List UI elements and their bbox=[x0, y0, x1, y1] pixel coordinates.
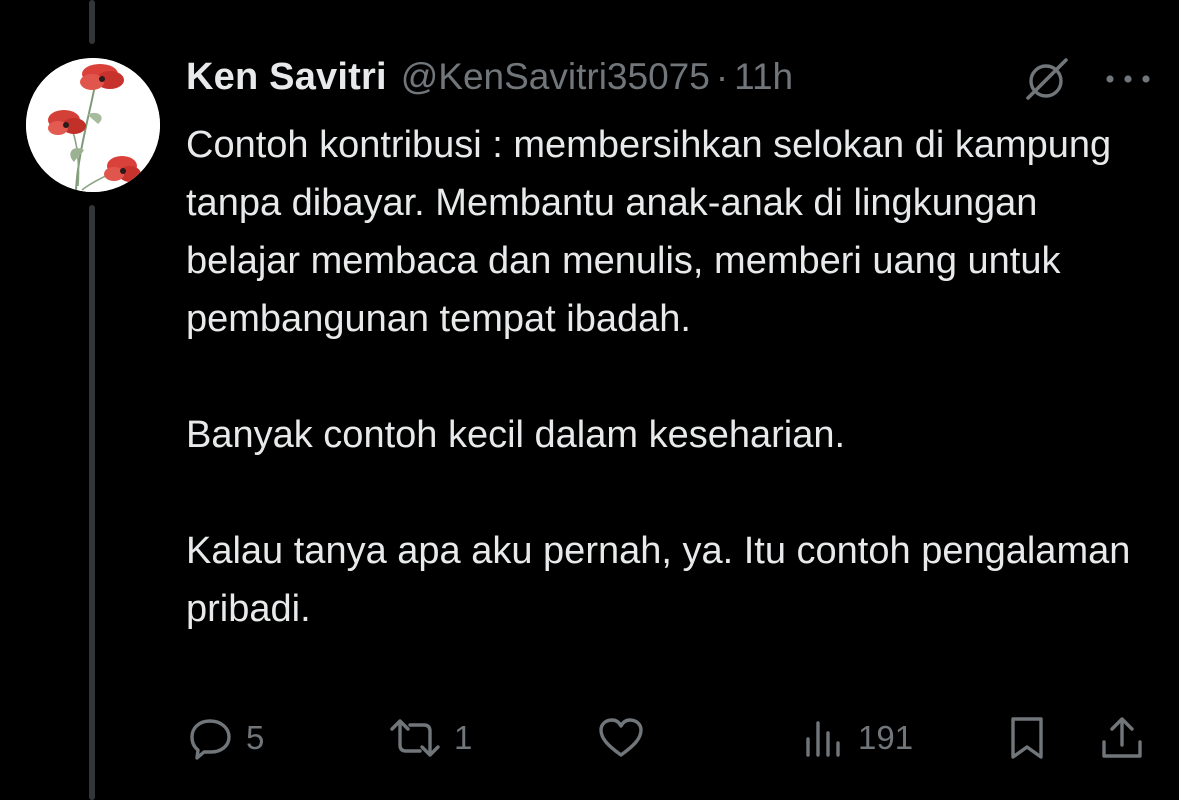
tweet-text: Contoh kontribusi : membersihkan selokan… bbox=[186, 116, 1146, 638]
bookmark-icon bbox=[1005, 714, 1049, 762]
tweet-paragraph-3: Kalau tanya apa aku pernah, ya. Itu cont… bbox=[186, 530, 1131, 630]
author-handle[interactable]: @KenSavitri35075 bbox=[401, 56, 710, 98]
views-button[interactable]: 191 bbox=[802, 708, 913, 768]
header-separator: · bbox=[715, 56, 729, 97]
tweet-timestamp[interactable]: 11h bbox=[734, 56, 793, 98]
reply-icon bbox=[188, 715, 234, 761]
retweet-button[interactable]: 1 bbox=[388, 708, 472, 768]
reply-button[interactable]: 5 bbox=[188, 708, 264, 768]
share-icon bbox=[1098, 714, 1146, 762]
bookmark-button[interactable] bbox=[1005, 708, 1049, 768]
tweet-paragraph-1: Contoh kontribusi : membersihkan selokan… bbox=[186, 124, 1112, 340]
share-button[interactable] bbox=[1098, 708, 1146, 768]
tweet-action-bar: 5 1 191 bbox=[0, 708, 1179, 768]
retweet-count: 1 bbox=[454, 719, 473, 756]
avatar[interactable] bbox=[26, 58, 160, 192]
red-poppy-flowers-avatar-icon bbox=[26, 58, 160, 192]
views-icon bbox=[802, 715, 846, 761]
retweet-icon bbox=[388, 715, 442, 761]
author-display-name[interactable]: Ken Savitri bbox=[186, 56, 387, 99]
like-button[interactable] bbox=[597, 708, 657, 768]
tweet-paragraph-2: Banyak contoh kecil dalam keseharian. bbox=[186, 414, 846, 456]
reply-count: 5 bbox=[246, 719, 265, 756]
heart-icon bbox=[597, 715, 645, 761]
views-count: 191 bbox=[858, 719, 914, 756]
more-options-icon[interactable] bbox=[1100, 62, 1156, 96]
tweet-header: Ken Savitri @KenSavitri35075 · 11h bbox=[186, 52, 793, 102]
thread-line-top bbox=[89, 0, 95, 44]
grok-icon[interactable] bbox=[1022, 56, 1072, 102]
